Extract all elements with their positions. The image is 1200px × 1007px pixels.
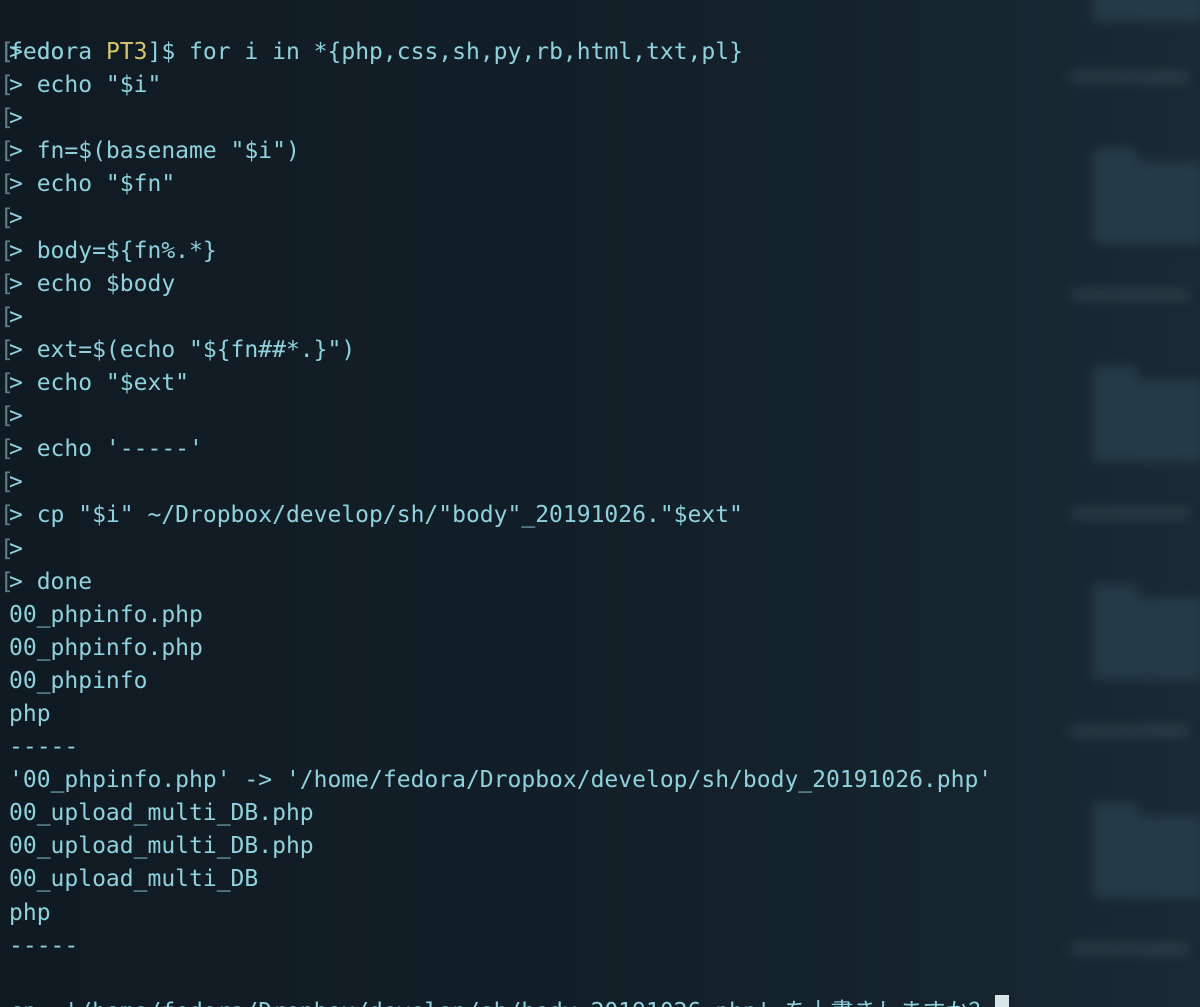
- line-text: >: [9, 535, 23, 562]
- terminal-line: [>: [0, 466, 1200, 499]
- terminal-line: [>: [0, 400, 1200, 433]
- terminal-line: [> echo "$fn": [0, 168, 1200, 201]
- line-text: 00_phpinfo.php: [9, 634, 203, 661]
- terminal-output[interactable]: [fedora PT3]$ for i in *{php,css,sh,py,r…: [0, 0, 1200, 1007]
- terminal-line: 00_upload_multi_DB.php: [0, 830, 1200, 863]
- terminal-line: 00_phpinfo.php: [0, 632, 1200, 665]
- terminal-line: [> body=${fn%.*}: [0, 235, 1200, 268]
- line-text: php: [9, 700, 51, 727]
- line-text: 00_phpinfo: [9, 667, 148, 694]
- line-text: > body=${fn%.*}: [9, 237, 217, 264]
- terminal-line: '00_phpinfo.php' -> '/home/fedora/Dropbo…: [0, 764, 1200, 797]
- terminal-line: [>: [0, 202, 1200, 235]
- terminal-line: [> fn=$(basename "$i"): [0, 135, 1200, 168]
- terminal-line: [> echo '-----': [0, 433, 1200, 466]
- line-text: -----: [9, 734, 79, 761]
- line-text: > echo $body: [9, 270, 176, 297]
- terminal-line: [> ext=$(echo "${fn##*.}"): [0, 334, 1200, 367]
- terminal-line: [> echo "$i": [0, 69, 1200, 102]
- terminal-line: [>: [0, 301, 1200, 334]
- terminal-line: 00_phpinfo.php: [0, 599, 1200, 632]
- terminal-line: [>: [0, 533, 1200, 566]
- terminal-line: php: [0, 698, 1200, 731]
- terminal-line: [> do: [0, 36, 1200, 69]
- terminal-window[interactable]: [fedora PT3]$ for i in *{php,css,sh,py,r…: [0, 0, 1200, 1007]
- overwrite-confirmation-line[interactable]: cp: '/home/fedora/Dropbox/develop/sh/bod…: [0, 963, 1200, 1007]
- line-text: >: [9, 469, 23, 496]
- terminal-body-lines: [> do[> echo "$i"[>[> fn=$(basename "$i"…: [0, 36, 1200, 963]
- line-text: '00_phpinfo.php' -> '/home/fedora/Dropbo…: [9, 767, 993, 794]
- line-text: >: [9, 105, 23, 132]
- line-text: > echo "$fn": [9, 171, 176, 198]
- line-text: 00_upload_multi_DB.php: [9, 833, 314, 860]
- overwrite-prompt-text: cp: '/home/fedora/Dropbox/develop/sh/bod…: [9, 999, 991, 1007]
- terminal-line: -----: [0, 930, 1200, 963]
- line-text: >: [9, 303, 23, 330]
- line-text: >: [9, 403, 23, 430]
- line-text: >: [9, 204, 23, 231]
- terminal-line: [> cp "$i" ~/Dropbox/develop/sh/"body"_2…: [0, 499, 1200, 532]
- line-text: > echo "$i": [9, 72, 162, 99]
- command-prompt-line: [fedora PT3]$ for i in *{php,css,sh,py,r…: [0, 3, 1200, 65]
- line-text: 00_upload_multi_DB: [9, 866, 259, 893]
- line-text: > cp "$i" ~/Dropbox/develop/sh/"body"_20…: [9, 502, 743, 529]
- terminal-line: 00_upload_multi_DB: [0, 863, 1200, 896]
- terminal-line: 00_phpinfo: [0, 665, 1200, 698]
- line-text: php: [9, 899, 51, 926]
- line-text: > done: [9, 568, 93, 595]
- line-text: -----: [9, 932, 79, 959]
- terminal-line: -----: [0, 731, 1200, 764]
- line-text: > echo "$ext": [9, 370, 190, 397]
- line-text: > do: [9, 39, 65, 66]
- line-text: > echo '-----': [9, 436, 203, 463]
- text-cursor[interactable]: [995, 995, 1010, 1007]
- line-text: > fn=$(basename "$i"): [9, 138, 300, 165]
- line-text: 00_phpinfo.php: [9, 601, 203, 628]
- terminal-line: [> echo $body: [0, 268, 1200, 301]
- terminal-line: [> echo "$ext": [0, 367, 1200, 400]
- terminal-line: php: [0, 897, 1200, 930]
- terminal-line: 00_upload_multi_DB.php: [0, 797, 1200, 830]
- terminal-line: [>: [0, 102, 1200, 135]
- terminal-line: [> done: [0, 566, 1200, 599]
- line-text: 00_upload_multi_DB.php: [9, 800, 314, 827]
- line-text: > ext=$(echo "${fn##*.}"): [9, 336, 356, 363]
